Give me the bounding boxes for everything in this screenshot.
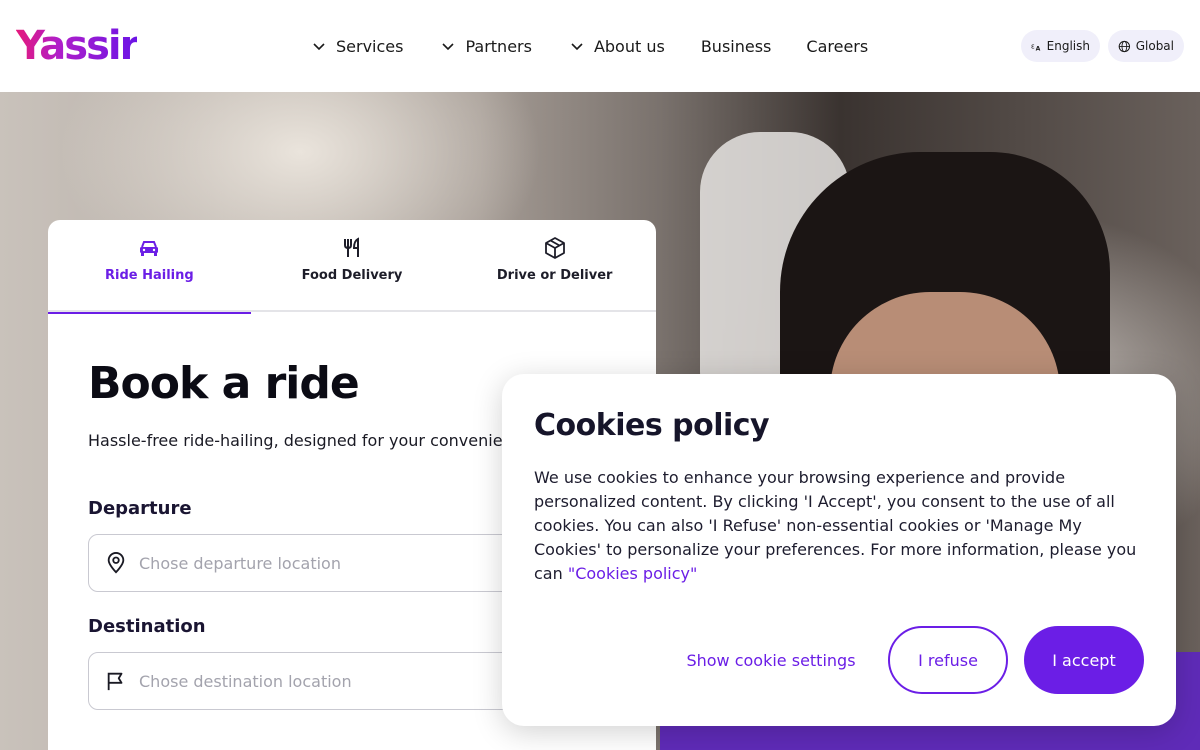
destination-input[interactable] bbox=[139, 671, 539, 691]
refuse-cookies-button[interactable]: I refuse bbox=[888, 626, 1008, 694]
translate-icon: ε A bbox=[1031, 42, 1041, 53]
nav-partners-label: Partners bbox=[465, 36, 532, 56]
box-icon bbox=[544, 237, 565, 259]
location-pin-icon bbox=[107, 552, 125, 574]
page-subtitle: Hassle-free ride-hailing, designed for y… bbox=[88, 431, 537, 450]
departure-label: Departure bbox=[88, 498, 192, 519]
nav-about-label: About us bbox=[593, 36, 665, 56]
nav-partners[interactable]: Partners bbox=[441, 36, 532, 56]
flag-icon bbox=[107, 672, 123, 691]
site-header: Yassir Services Partners About us Busine… bbox=[0, 0, 1200, 92]
nav-careers-label: Careers bbox=[806, 36, 869, 56]
tab-drive-or-deliver-label: Drive or Deliver bbox=[496, 268, 613, 283]
language-selector[interactable]: ε A English bbox=[1021, 30, 1100, 62]
cookies-policy-link[interactable]: "Cookies policy" bbox=[568, 564, 698, 583]
utensils-icon bbox=[344, 237, 359, 257]
logo-text: Yassir bbox=[16, 23, 139, 69]
nav-about-us[interactable]: About us bbox=[570, 37, 665, 56]
tab-food-delivery-label: Food Delivery bbox=[301, 268, 403, 283]
tab-food-delivery[interactable]: Food Delivery bbox=[251, 220, 454, 312]
tab-drive-or-deliver[interactable]: Drive or Deliver bbox=[453, 220, 656, 312]
language-label: English bbox=[1046, 39, 1090, 53]
nav-services-label: Services bbox=[336, 36, 404, 56]
nav-services[interactable]: Services bbox=[312, 37, 403, 56]
nav-business-label: Business bbox=[700, 36, 772, 56]
nav-business[interactable]: Business bbox=[701, 37, 772, 56]
globe-icon bbox=[1118, 40, 1131, 52]
destination-label: Destination bbox=[88, 616, 206, 637]
svg-text:A: A bbox=[1036, 46, 1041, 53]
cookie-title: Cookies policy bbox=[534, 408, 770, 443]
departure-input[interactable] bbox=[139, 553, 539, 573]
show-cookie-settings-button[interactable]: Show cookie settings bbox=[676, 646, 866, 674]
chevron-down-icon bbox=[442, 43, 455, 51]
chevron-down-icon bbox=[313, 43, 325, 51]
main-nav: Services Partners About us Business Care… bbox=[312, 30, 868, 62]
cookie-description: We use cookies to enhance your browsing … bbox=[534, 466, 1146, 586]
tab-ride-hailing-label: Ride Hailing bbox=[104, 268, 194, 283]
page-title: Book a ride bbox=[88, 358, 360, 409]
car-icon bbox=[140, 241, 159, 256]
chevron-down-icon bbox=[571, 43, 583, 51]
region-selector[interactable]: Global bbox=[1108, 30, 1184, 62]
svg-text:ε: ε bbox=[1031, 42, 1035, 50]
tab-ride-hailing[interactable]: Ride Hailing bbox=[48, 220, 251, 314]
yassir-logo[interactable]: Yassir bbox=[16, 22, 139, 70]
region-label: Global bbox=[1135, 39, 1174, 53]
nav-careers[interactable]: Careers bbox=[806, 37, 868, 56]
cookie-consent-dialog: Cookies policy We use cookies to enhance… bbox=[502, 374, 1176, 726]
accept-cookies-button[interactable]: I accept bbox=[1024, 626, 1144, 694]
service-tabs: Ride Hailing Food Delivery Drive or Deli… bbox=[48, 220, 656, 314]
